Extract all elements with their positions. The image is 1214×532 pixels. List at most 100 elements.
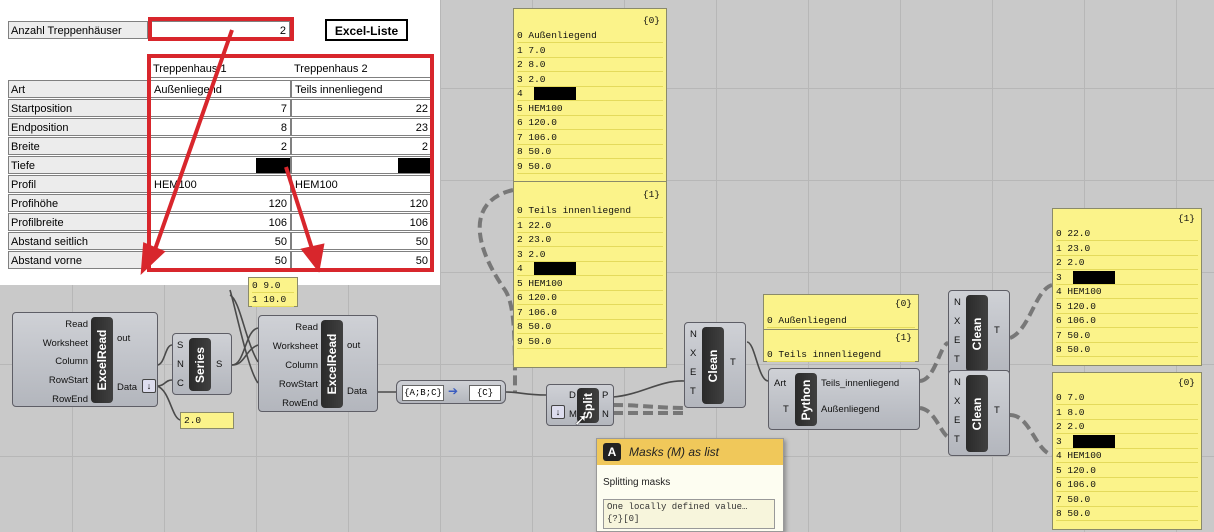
path-to[interactable]: {C} xyxy=(469,385,501,401)
port-x[interactable]: X xyxy=(690,348,696,359)
panel-row: 7 50.0 xyxy=(1056,493,1198,507)
branch-divider xyxy=(764,329,918,330)
port-n[interactable]: N xyxy=(690,329,697,340)
panel-row: 5 120.0 xyxy=(1056,300,1198,314)
series-values-panel[interactable]: 0 9.0 1 10.0 xyxy=(248,277,298,307)
cursor-icon: ➚ xyxy=(574,412,588,429)
panel-row: 0 7.0 xyxy=(1056,391,1198,405)
port-t[interactable]: T xyxy=(954,354,960,365)
port-aussenliegend[interactable]: Außenliegend xyxy=(821,404,880,415)
port-n[interactable]: N xyxy=(954,297,961,308)
port-out[interactable]: out xyxy=(117,333,130,344)
port-rowend[interactable]: RowEnd xyxy=(23,394,88,405)
port-e[interactable]: E xyxy=(954,415,960,426)
port-data[interactable]: Data xyxy=(117,382,137,393)
port-t-out[interactable]: T xyxy=(730,357,736,368)
panel-row: 8 50.0 xyxy=(1056,343,1198,357)
port-data[interactable]: Data xyxy=(347,386,367,397)
port-p[interactable]: P xyxy=(602,390,608,401)
branch-title: {1} xyxy=(1177,213,1195,224)
port-n[interactable]: N xyxy=(177,359,184,370)
panel-row: 2 23.0 xyxy=(517,233,663,247)
port-x[interactable]: X xyxy=(954,316,960,327)
tooltip-path: {?}[0] xyxy=(607,514,640,524)
port-out[interactable]: out xyxy=(347,340,360,351)
port-art[interactable]: Art xyxy=(774,378,786,389)
port-d[interactable]: D xyxy=(569,390,576,401)
panel-row: 1 7.0 xyxy=(517,44,663,58)
panel-row: 0 Teils innenliegend xyxy=(767,348,915,362)
redacted-block xyxy=(534,87,576,100)
port-worksheet[interactable]: Worksheet xyxy=(259,341,318,352)
excelread-component-2[interactable]: Read Worksheet Column RowStart RowEnd Ex… xyxy=(258,315,378,412)
port-read[interactable]: Read xyxy=(263,322,318,333)
port-rowstart[interactable]: RowStart xyxy=(23,375,88,386)
panel-row: 5 HEM100 xyxy=(517,102,663,116)
port-s-out[interactable]: S xyxy=(216,359,222,370)
data-panel-right-top[interactable]: {1} 0 22.0 1 23.0 2 2.0 3 4 HEM100 5 120.0 6 1… xyxy=(1052,208,1202,366)
redacted-block xyxy=(1073,270,1115,284)
step-panel[interactable]: 2.0 xyxy=(180,412,234,429)
port-t[interactable]: T xyxy=(783,404,789,415)
port-rowstart[interactable]: RowStart xyxy=(259,379,318,390)
port-t[interactable]: T xyxy=(954,434,960,445)
flatten-icon[interactable]: ↓ xyxy=(142,379,156,393)
panel-row: 8 50.0 xyxy=(517,145,663,159)
port-e[interactable]: E xyxy=(690,367,696,378)
data-panel-middle[interactable]: {0} 0 Außenliegend {1} 0 Teils innenlieg… xyxy=(763,294,919,362)
tooltip: A Masks (M) as list Splitting masks One … xyxy=(596,438,784,532)
data-panel-right-bottom[interactable]: {0} 0 7.0 1 8.0 2 2.0 3 4 HEM100 5 120.0 6 106… xyxy=(1052,372,1202,530)
port-worksheet[interactable]: Worksheet xyxy=(17,338,88,349)
clean-component-2[interactable]: N X E T Clean T xyxy=(948,290,1010,376)
port-n[interactable]: N xyxy=(602,409,609,420)
port-column[interactable]: Column xyxy=(263,360,318,371)
panel-row: 4 HEM100 xyxy=(1056,285,1198,299)
component-title-bar: Clean xyxy=(966,295,988,372)
panel-row: 1 22.0 xyxy=(517,219,663,233)
port-column[interactable]: Column xyxy=(33,356,88,367)
component-title-bar: ExcelRead xyxy=(91,317,113,403)
panel-row: 0 9.0 xyxy=(252,279,294,293)
port-e[interactable]: E xyxy=(954,335,960,346)
panel-row: 2.0 xyxy=(184,415,202,426)
panel-row: 6 106.0 xyxy=(1056,314,1198,328)
tooltip-value-box: One locally defined value… {?}[0] xyxy=(603,499,775,529)
excelread-component-1[interactable]: Read Worksheet Column RowStart RowEnd Ex… xyxy=(12,312,158,407)
clean-component-3[interactable]: N X E T Clean T xyxy=(948,370,1010,456)
port-t-out[interactable]: T xyxy=(994,405,1000,416)
path-from[interactable]: {A;B;C} xyxy=(402,385,444,401)
panel-row: 0 Außenliegend xyxy=(767,314,915,328)
clean-component-1[interactable]: N X E T Clean T xyxy=(684,322,746,408)
port-t-out[interactable]: T xyxy=(994,325,1000,336)
panel-row: 3 2.0 xyxy=(517,248,663,262)
branch-title: {0} xyxy=(1177,377,1195,388)
python-component[interactable]: Art T Python Teils_innenliegend Außenlie… xyxy=(768,368,920,430)
panel-row: 7 106.0 xyxy=(517,306,663,320)
component-title-bar: Python xyxy=(795,373,817,426)
annotation-arrows xyxy=(140,29,325,276)
data-panel-main[interactable]: {0} 0 Außenliegend 1 7.0 2 8.0 3 2.0 4 5 HEM1… xyxy=(513,8,667,368)
port-n[interactable]: N xyxy=(954,377,961,388)
port-read[interactable]: Read xyxy=(33,319,88,330)
port-rowend[interactable]: RowEnd xyxy=(259,398,318,409)
panel-row: 5 HEM100 xyxy=(517,277,663,291)
panel-row: 2 2.0 xyxy=(1056,256,1198,270)
component-title-bar: Clean xyxy=(702,327,724,404)
branch-title-0: {0} xyxy=(894,298,912,309)
panel-row: 6 106.0 xyxy=(1056,478,1198,492)
port-c[interactable]: C xyxy=(177,378,184,389)
path-mapper[interactable]: {A;B;C} ➔ {C} xyxy=(396,380,506,404)
panel-row: 7 50.0 xyxy=(1056,329,1198,343)
grasshopper-a-icon: A xyxy=(603,443,621,461)
tooltip-subtitle: Splitting masks xyxy=(603,477,671,488)
component-title-bar: Clean xyxy=(966,375,988,452)
panel-row: 9 50.0 xyxy=(517,160,663,174)
port-x[interactable]: X xyxy=(954,396,960,407)
component-title-bar: ExcelRead xyxy=(321,320,343,408)
series-component[interactable]: S N C Series S xyxy=(172,333,232,395)
branch-title-1: {1} xyxy=(642,189,660,200)
flatten-icon[interactable]: ↓ xyxy=(551,405,565,419)
port-s-in[interactable]: S xyxy=(177,340,183,351)
port-t[interactable]: T xyxy=(690,386,696,397)
port-teils-innenliegend[interactable]: Teils_innenliegend xyxy=(821,378,899,389)
